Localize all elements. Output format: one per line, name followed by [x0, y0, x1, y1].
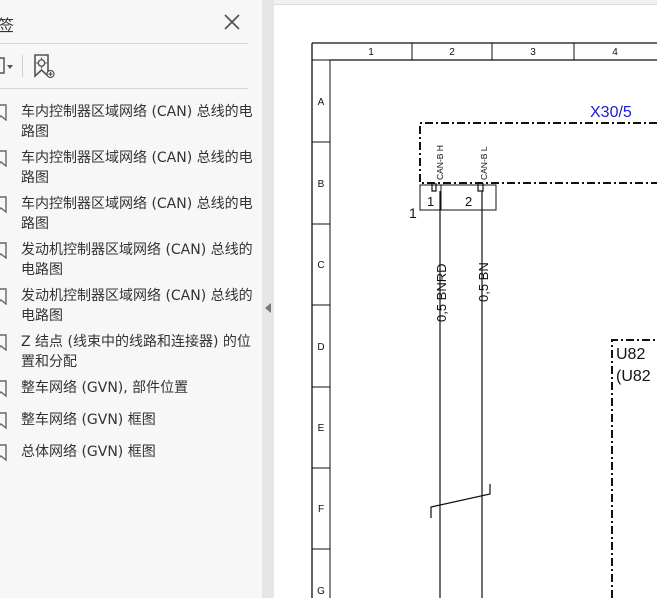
- wire-label: 0,5 BNRD: [434, 263, 449, 322]
- connector-boundary: [419, 122, 657, 184]
- bookmark-label: 整车网络 (GVN), 部件位置: [21, 380, 189, 396]
- bookmark-label: Z 结点 (线束中的线路和连接器) 的位置和分配: [21, 334, 251, 370]
- panel-divider: [0, 43, 248, 44]
- bookmark-item[interactable]: 发动机控制器区域网络 (CAN) 总线的电路图: [0, 286, 253, 328]
- bookmark-label: 车内控制器区域网络 (CAN) 总线的电路图: [21, 104, 253, 140]
- column-label: 4: [612, 47, 618, 58]
- sheet-frame: [311, 42, 657, 598]
- bookmark-icon: [0, 412, 7, 429]
- bookmark-label: 发动机控制器区域网络 (CAN) 总线的电路图: [21, 288, 253, 324]
- column-dividers: [411, 43, 575, 60]
- bookmark-item[interactable]: 整车网络 (GVN) 框图: [0, 410, 250, 432]
- bookmark-label: 总体网络 (GVN) 框图: [21, 444, 156, 460]
- bookmark-icon: [0, 242, 7, 259]
- connector-id: X30/5: [590, 104, 632, 121]
- component-code: U82: [616, 346, 645, 363]
- bookmark-icon: [0, 444, 7, 461]
- pin-label: CAN-B L: [479, 146, 489, 180]
- row-label: B: [318, 179, 325, 190]
- row-label: A: [318, 97, 325, 108]
- row-label: D: [317, 342, 324, 353]
- bookmark-icon: [0, 380, 7, 397]
- panel-title: 签: [0, 16, 15, 35]
- bookmark-item[interactable]: 总体网络 (GVN) 框图: [0, 442, 250, 464]
- panel-collapse-handle[interactable]: [262, 0, 274, 598]
- column-label: 3: [530, 47, 536, 58]
- close-icon[interactable]: [220, 10, 244, 34]
- pin-number: 1: [427, 194, 434, 209]
- row-label: E: [318, 423, 325, 434]
- bookmark-icon: [0, 104, 7, 121]
- column-label: 2: [449, 47, 455, 58]
- bookmark-item[interactable]: 整车网络 (GVN), 部件位置: [0, 378, 250, 400]
- bookmark-label: 车内控制器区域网络 (CAN) 总线的电路图: [21, 150, 253, 186]
- new-bookmark-icon[interactable]: [31, 53, 55, 79]
- circuit-diagram: 1 2 3 4 A B C D E F G X30/5 CAN-B H CAN-…: [311, 42, 657, 598]
- connector-side-number: 1: [409, 205, 417, 221]
- bookmark-icon: [0, 288, 7, 305]
- toolbar-separator: [22, 55, 23, 77]
- component-code: (U82: [616, 368, 651, 385]
- bookmark-icon: [0, 196, 7, 213]
- row-label: C: [317, 260, 324, 271]
- document-viewer[interactable]: 1 2 3 4 A B C D E F G X30/5 CAN-B H CAN-…: [274, 0, 657, 598]
- bookmark-label: 车内控制器区域网络 (CAN) 总线的电路图: [21, 196, 253, 232]
- bookmark-label: 整车网络 (GVN) 框图: [21, 412, 156, 428]
- bookmark-item[interactable]: 车内控制器区域网络 (CAN) 总线的电路图: [0, 194, 253, 236]
- row-label: F: [318, 504, 324, 515]
- wires: [439, 191, 483, 598]
- column-label: 1: [368, 47, 374, 58]
- pin-number: 2: [465, 194, 472, 209]
- panel-divider: [0, 88, 248, 89]
- wire-label: 0,5 BN: [476, 262, 491, 302]
- pin-label: CAN-B H: [435, 145, 445, 180]
- bookmarks-panel: 签 车内控制器区域网络 (CAN) 总线的电路图 车内控制器区域网络 (CAN)…: [0, 0, 262, 598]
- bookmark-icon: [0, 334, 7, 351]
- bookmark-item[interactable]: 发动机控制器区域网络 (CAN) 总线的电路图: [0, 240, 253, 282]
- options-dropdown-icon[interactable]: [0, 54, 16, 78]
- row-label: G: [317, 586, 325, 597]
- bookmark-item[interactable]: 车内控制器区域网络 (CAN) 总线的电路图: [0, 148, 253, 190]
- collapse-arrow-icon: [265, 303, 271, 313]
- bookmark-item[interactable]: Z 结点 (线束中的线路和连接器) 的位置和分配: [0, 332, 251, 374]
- bookmark-icon: [0, 150, 7, 167]
- bookmark-label: 发动机控制器区域网络 (CAN) 总线的电路图: [21, 242, 253, 278]
- bookmark-item[interactable]: 车内控制器区域网络 (CAN) 总线的电路图: [0, 102, 253, 144]
